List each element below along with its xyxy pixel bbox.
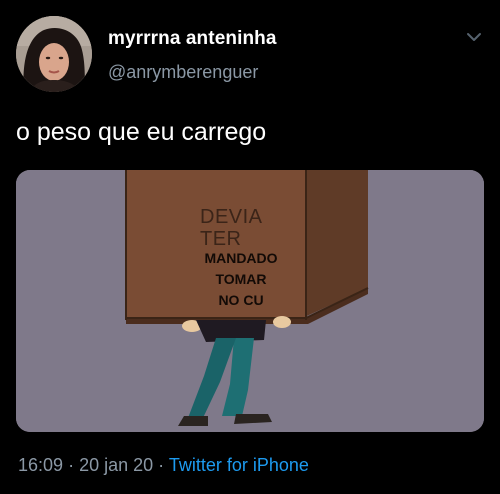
tweet-time[interactable]: 16:09 bbox=[18, 455, 63, 475]
box-text-line1: DEVIA bbox=[200, 206, 263, 228]
box-text-line2: TER bbox=[200, 228, 242, 250]
tweet-date[interactable]: 20 jan 20 bbox=[79, 455, 153, 475]
user-handle[interactable]: @anrymberenguer bbox=[108, 62, 258, 83]
tweet-media-image[interactable]: DEVIA TER MANDADO TOMAR NO CU bbox=[16, 170, 484, 432]
box-text-line5: NO CU bbox=[218, 292, 264, 308]
meta-separator: · bbox=[158, 455, 165, 475]
chevron-down-icon[interactable] bbox=[464, 30, 484, 44]
tweet-card: myrrrna anteninha @anrymberenguer o peso… bbox=[0, 0, 500, 494]
tweet-source-link[interactable]: Twitter for iPhone bbox=[169, 455, 309, 475]
meta-separator: · bbox=[68, 455, 75, 475]
avatar[interactable] bbox=[16, 16, 92, 92]
box-text-line3: MANDADO bbox=[204, 250, 278, 266]
display-name[interactable]: myrrrna anteninha bbox=[108, 28, 277, 50]
tweet-meta: 16:09 · 20 jan 20 · Twitter for iPhone bbox=[18, 455, 309, 476]
box-text-line4: TOMAR bbox=[215, 271, 267, 287]
user-avatar-image bbox=[16, 16, 92, 92]
tweet-text: o peso que eu carrego bbox=[16, 118, 267, 146]
